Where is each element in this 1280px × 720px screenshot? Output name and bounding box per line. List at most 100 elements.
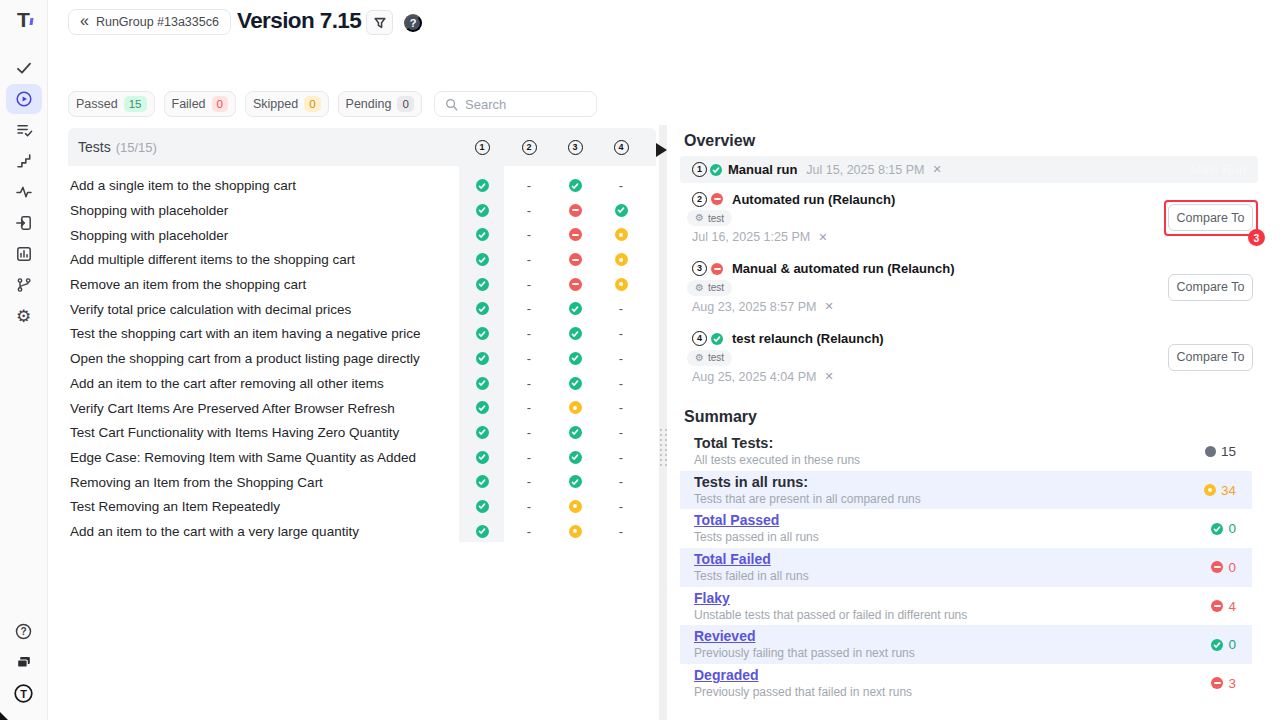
remove-run-icon[interactable]: ✕ (824, 370, 833, 383)
test-row[interactable]: Test Cart Functionality with Items Havin… (68, 420, 656, 445)
test-row[interactable]: Verify Cart Items Are Preserved After Br… (68, 395, 656, 420)
chip-count-badge: 0 (397, 96, 413, 113)
test-row[interactable]: Add an item to the cart after removing a… (68, 371, 656, 396)
test-status-cell (599, 247, 643, 272)
summary-count: 15 (1221, 444, 1236, 459)
status-none: - (527, 227, 531, 242)
test-status-cell: - (507, 346, 551, 371)
test-row[interactable]: Add multiple different items to the shop… (68, 247, 656, 272)
column-header-3[interactable]: 3 (553, 140, 597, 155)
filter-chip-failed[interactable]: Failed0 (164, 91, 236, 117)
compare-to-button[interactable]: Compare To (1168, 344, 1253, 371)
test-row[interactable]: Shopping with placeholder- (68, 198, 656, 223)
summary-link[interactable]: Total Passed (694, 512, 779, 528)
sidebar-item-check[interactable] (6, 53, 42, 83)
run-tag[interactable]: ⚙test (687, 210, 732, 226)
sidebar-item-folders[interactable] (6, 647, 42, 677)
panel-divider[interactable] (659, 125, 667, 720)
tests-title: Tests (78, 139, 111, 155)
status-skipped-icon (569, 500, 582, 513)
test-status-cell (553, 247, 597, 272)
summary-link[interactable]: Total Failed (694, 551, 771, 567)
test-row[interactable]: Add a single item to the shopping cart-- (68, 173, 656, 198)
remove-run-icon[interactable]: ✕ (824, 300, 833, 313)
run-tag[interactable]: ⚙test (687, 350, 732, 366)
sidebar-item-pulse[interactable] (6, 177, 42, 207)
filter-chip-skipped[interactable]: Skipped0 (245, 91, 329, 117)
status-passed-icon (569, 377, 582, 390)
rungroup-back-button[interactable]: « RunGroup #13a335c6 (68, 9, 231, 35)
test-status-cell (599, 222, 643, 247)
filter-chip-pending[interactable]: Pending0 (338, 91, 422, 117)
status-passed-icon (476, 179, 489, 192)
status-skipped-icon (615, 228, 628, 241)
svg-text:T: T (20, 687, 27, 699)
run-tag[interactable]: ⚙test (687, 280, 732, 296)
status-passed-icon (476, 327, 489, 340)
import-icon (15, 214, 33, 232)
sidebar-item-play-circle[interactable] (6, 84, 42, 114)
test-row[interactable]: Removing an Item from the Shopping Cart-… (68, 469, 656, 494)
status-passed-icon (569, 302, 582, 315)
summary-count: 0 (1228, 521, 1236, 536)
run-row-main[interactable]: 1Manual runJul 15, 2025 8:15 PM✕Main Run (680, 156, 1258, 183)
help-button[interactable]: ? (404, 14, 422, 32)
sidebar-item-logo-badge[interactable]: T (6, 678, 42, 708)
filter-button[interactable] (366, 10, 393, 35)
test-row[interactable]: Edge Case: Removing Item with Same Quant… (68, 445, 656, 470)
test-row[interactable]: Remove an item from the shopping cart- (68, 272, 656, 297)
test-status-cell: - (507, 445, 551, 470)
panel-collapse-icon[interactable] (656, 143, 667, 157)
test-row[interactable]: Shopping with placeholder- (68, 222, 656, 247)
test-row[interactable]: Open the shopping cart from a product li… (68, 346, 656, 371)
sidebar-item-chart[interactable] (6, 239, 42, 269)
status-none: - (527, 474, 531, 489)
summary-link[interactable]: Degraded (694, 667, 759, 683)
panel-drag-handle[interactable] (660, 429, 667, 466)
status-passed-icon (476, 475, 489, 488)
status-none: - (619, 499, 623, 514)
test-status-cell: - (507, 296, 551, 321)
run-block-3: 3Manual & automated run (Relaunch)⚙testA… (680, 261, 1258, 327)
column-header-4[interactable]: 4 (599, 140, 643, 155)
compare-to-button[interactable]: Compare To (1168, 274, 1253, 301)
summary-value: 0 (1211, 548, 1236, 587)
sidebar-item-import[interactable] (6, 208, 42, 238)
sidebar-item-branch[interactable] (6, 270, 42, 300)
status-skipped-icon (569, 401, 582, 414)
status-failed-icon (1211, 561, 1223, 573)
tag-gear-icon: ⚙ (695, 213, 704, 223)
search-input[interactable]: Search (434, 91, 597, 117)
column-header-2[interactable]: 2 (507, 140, 551, 155)
tests-table-rows: Add a single item to the shopping cart--… (68, 166, 656, 543)
test-row[interactable]: Test the shopping cart with an item havi… (68, 321, 656, 346)
summary-row: Total Tests:All tests executed in these … (680, 432, 1252, 471)
filter-chip-passed[interactable]: Passed15 (68, 91, 155, 117)
status-none: - (527, 524, 531, 539)
sidebar-item-help[interactable]: ? (6, 616, 42, 646)
logo-tick (30, 18, 34, 25)
summary-row: FlakyUnstable tests that passed or faile… (680, 587, 1252, 626)
chip-count-badge: 15 (124, 96, 147, 113)
remove-run-icon[interactable]: ✕ (932, 163, 941, 176)
summary-description: Tests failed in all runs (694, 569, 809, 583)
test-row[interactable]: Test Removing an Item Repeatedly-- (68, 494, 656, 519)
sidebar-item-stairs[interactable] (6, 146, 42, 176)
test-row[interactable]: Verify total price calculation with deci… (68, 296, 656, 321)
sidebar-item-list-check[interactable] (6, 115, 42, 145)
summary-link[interactable]: Revieved (694, 628, 755, 644)
remove-run-icon[interactable]: ✕ (818, 231, 827, 244)
app-logo[interactable]: T (0, 6, 47, 34)
gear-icon: ⚙ (16, 308, 31, 325)
status-skipped-icon (569, 525, 582, 538)
column-header-1[interactable]: 1 (460, 140, 504, 155)
run-name: Manual run (728, 162, 797, 177)
summary-value: 0 (1211, 625, 1236, 664)
status-none: - (619, 425, 623, 440)
test-name: Open the shopping cart from a product li… (70, 351, 420, 366)
test-row[interactable]: Add an item to the cart with a very larg… (68, 519, 656, 544)
summary-link[interactable]: Flaky (694, 590, 730, 606)
run-date: Jul 15, 2025 8:15 PM (806, 163, 924, 177)
sidebar-item-gear[interactable]: ⚙ (6, 301, 42, 331)
status-passed-icon (710, 164, 722, 176)
